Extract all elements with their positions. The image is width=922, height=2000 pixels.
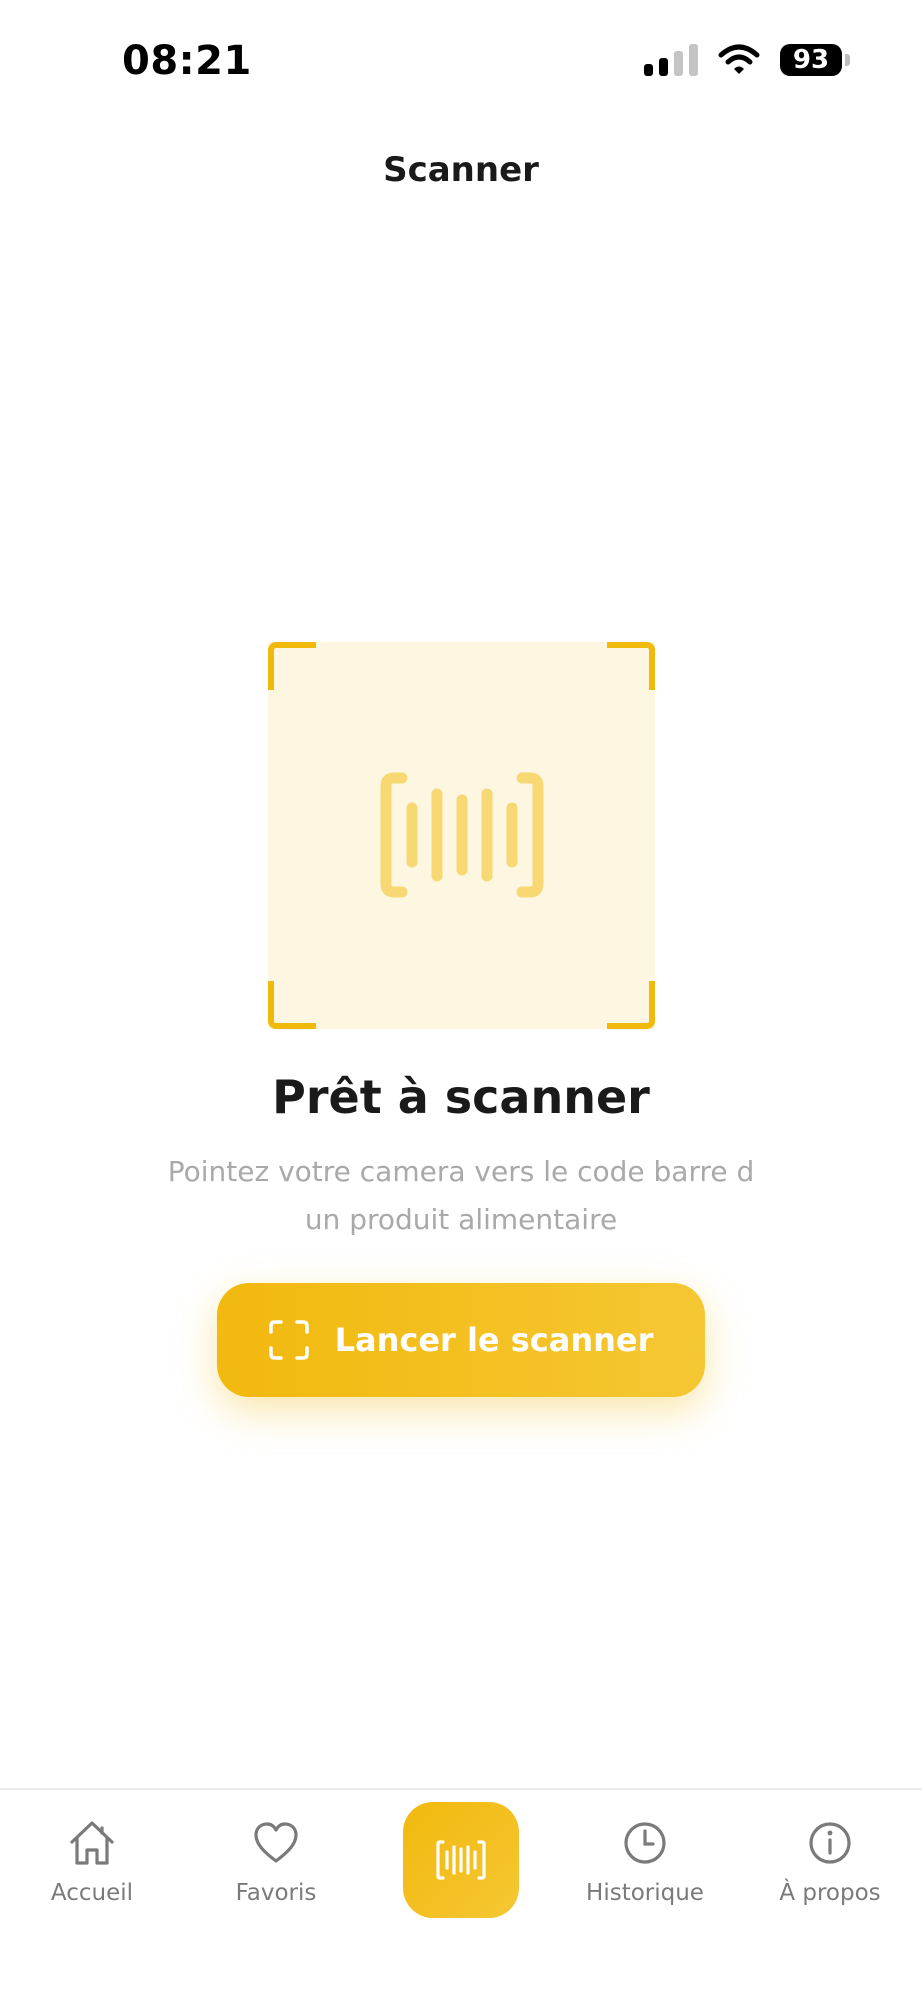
ready-subtitle: Pointez votre camera vers le code barre …	[161, 1148, 761, 1244]
battery-level: 93	[792, 45, 830, 75]
launch-scanner-label: Lancer le scanner	[334, 1321, 654, 1359]
status-time: 08:21	[122, 38, 252, 84]
barcode-tab-icon	[436, 1840, 486, 1880]
launch-scanner-button[interactable]: Lancer le scanner	[217, 1283, 705, 1397]
battery-cap	[845, 54, 850, 66]
battery-icon: 93	[780, 44, 850, 76]
tab-scanner[interactable]	[403, 1802, 519, 1918]
scanner-screen: 08:21 93 Scanner Prêt à scanner Pointez …	[0, 0, 922, 2000]
tab-about[interactable]: À propos	[738, 1818, 922, 1906]
ready-title: Prêt à scanner	[272, 1070, 650, 1124]
page-title: Scanner	[383, 150, 539, 190]
tab-about-label: À propos	[779, 1880, 881, 1906]
frame-corner-bottom-left	[268, 981, 316, 1029]
clock-icon	[624, 1822, 666, 1864]
scan-frame	[268, 642, 655, 1029]
subtitle-line-2: un produit alimentaire	[304, 1203, 618, 1236]
tab-history[interactable]: Historique	[553, 1818, 737, 1906]
subtitle-line-1: Pointez votre camera vers le code barre …	[167, 1155, 755, 1188]
frame-corner-top-right	[607, 642, 655, 690]
frame-corner-bottom-right	[607, 981, 655, 1029]
scan-frame-icon	[268, 1320, 309, 1360]
tab-home-label: Accueil	[50, 1880, 134, 1906]
cellular-signal-icon	[644, 44, 698, 76]
heart-icon	[254, 1822, 298, 1863]
status-bar: 08:21 93	[0, 0, 922, 120]
home-icon	[70, 1821, 114, 1865]
status-icons: 93	[644, 44, 850, 76]
tab-home[interactable]: Accueil	[0, 1818, 184, 1906]
tab-history-label: Historique	[586, 1880, 704, 1906]
bottom-tab-bar: Accueil Favoris Historique À propos	[0, 1788, 922, 2000]
frame-corner-top-left	[268, 642, 316, 690]
tab-favorites-label: Favoris	[235, 1880, 317, 1906]
tab-favorites[interactable]: Favoris	[184, 1818, 368, 1906]
info-icon	[809, 1822, 851, 1864]
wifi-icon	[718, 44, 760, 74]
barcode-icon	[380, 772, 544, 898]
